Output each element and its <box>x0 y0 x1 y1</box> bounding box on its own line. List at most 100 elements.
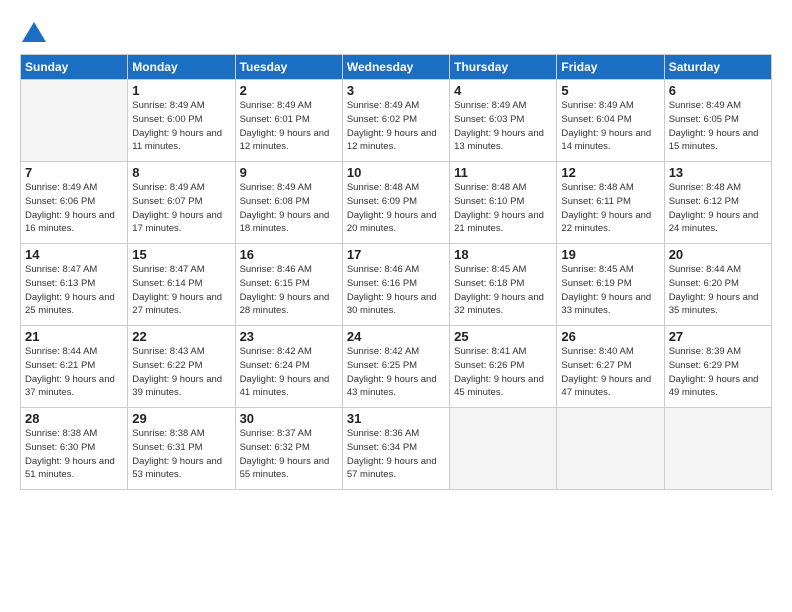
day-info: Sunrise: 8:47 AMSunset: 6:14 PMDaylight:… <box>132 263 230 318</box>
day-info: Sunrise: 8:45 AMSunset: 6:19 PMDaylight:… <box>561 263 659 318</box>
calendar-cell: 20Sunrise: 8:44 AMSunset: 6:20 PMDayligh… <box>664 244 771 326</box>
day-info: Sunrise: 8:39 AMSunset: 6:29 PMDaylight:… <box>669 345 767 400</box>
day-info: Sunrise: 8:36 AMSunset: 6:34 PMDaylight:… <box>347 427 445 482</box>
day-info: Sunrise: 8:49 AMSunset: 6:01 PMDaylight:… <box>240 99 338 154</box>
calendar-cell: 4Sunrise: 8:49 AMSunset: 6:03 PMDaylight… <box>450 80 557 162</box>
calendar-cell: 25Sunrise: 8:41 AMSunset: 6:26 PMDayligh… <box>450 326 557 408</box>
day-number: 29 <box>132 411 230 426</box>
day-info: Sunrise: 8:49 AMSunset: 6:02 PMDaylight:… <box>347 99 445 154</box>
calendar-cell <box>557 408 664 490</box>
day-number: 18 <box>454 247 552 262</box>
day-number: 4 <box>454 83 552 98</box>
day-info: Sunrise: 8:46 AMSunset: 6:15 PMDaylight:… <box>240 263 338 318</box>
day-info: Sunrise: 8:49 AMSunset: 6:05 PMDaylight:… <box>669 99 767 154</box>
day-info: Sunrise: 8:49 AMSunset: 6:00 PMDaylight:… <box>132 99 230 154</box>
calendar-cell: 5Sunrise: 8:49 AMSunset: 6:04 PMDaylight… <box>557 80 664 162</box>
day-number: 26 <box>561 329 659 344</box>
week-row-2: 7Sunrise: 8:49 AMSunset: 6:06 PMDaylight… <box>21 162 772 244</box>
calendar-cell: 2Sunrise: 8:49 AMSunset: 6:01 PMDaylight… <box>235 80 342 162</box>
day-number: 1 <box>132 83 230 98</box>
week-row-4: 21Sunrise: 8:44 AMSunset: 6:21 PMDayligh… <box>21 326 772 408</box>
weekday-header-row: SundayMondayTuesdayWednesdayThursdayFrid… <box>21 55 772 80</box>
day-info: Sunrise: 8:49 AMSunset: 6:06 PMDaylight:… <box>25 181 123 236</box>
day-number: 15 <box>132 247 230 262</box>
calendar-cell: 22Sunrise: 8:43 AMSunset: 6:22 PMDayligh… <box>128 326 235 408</box>
calendar-cell: 29Sunrise: 8:38 AMSunset: 6:31 PMDayligh… <box>128 408 235 490</box>
day-number: 10 <box>347 165 445 180</box>
calendar-cell: 12Sunrise: 8:48 AMSunset: 6:11 PMDayligh… <box>557 162 664 244</box>
day-info: Sunrise: 8:48 AMSunset: 6:09 PMDaylight:… <box>347 181 445 236</box>
logo-icon <box>20 18 48 46</box>
calendar-cell <box>450 408 557 490</box>
day-number: 24 <box>347 329 445 344</box>
day-number: 11 <box>454 165 552 180</box>
calendar-cell: 8Sunrise: 8:49 AMSunset: 6:07 PMDaylight… <box>128 162 235 244</box>
day-number: 12 <box>561 165 659 180</box>
calendar-cell: 13Sunrise: 8:48 AMSunset: 6:12 PMDayligh… <box>664 162 771 244</box>
day-number: 19 <box>561 247 659 262</box>
calendar-cell: 15Sunrise: 8:47 AMSunset: 6:14 PMDayligh… <box>128 244 235 326</box>
day-info: Sunrise: 8:48 AMSunset: 6:12 PMDaylight:… <box>669 181 767 236</box>
day-info: Sunrise: 8:41 AMSunset: 6:26 PMDaylight:… <box>454 345 552 400</box>
day-info: Sunrise: 8:49 AMSunset: 6:07 PMDaylight:… <box>132 181 230 236</box>
day-info: Sunrise: 8:38 AMSunset: 6:30 PMDaylight:… <box>25 427 123 482</box>
day-number: 8 <box>132 165 230 180</box>
calendar-cell: 26Sunrise: 8:40 AMSunset: 6:27 PMDayligh… <box>557 326 664 408</box>
header <box>20 18 772 46</box>
day-info: Sunrise: 8:42 AMSunset: 6:24 PMDaylight:… <box>240 345 338 400</box>
day-info: Sunrise: 8:44 AMSunset: 6:20 PMDaylight:… <box>669 263 767 318</box>
day-info: Sunrise: 8:46 AMSunset: 6:16 PMDaylight:… <box>347 263 445 318</box>
day-number: 14 <box>25 247 123 262</box>
day-number: 20 <box>669 247 767 262</box>
week-row-3: 14Sunrise: 8:47 AMSunset: 6:13 PMDayligh… <box>21 244 772 326</box>
calendar-cell: 31Sunrise: 8:36 AMSunset: 6:34 PMDayligh… <box>342 408 449 490</box>
day-number: 7 <box>25 165 123 180</box>
day-number: 13 <box>669 165 767 180</box>
weekday-header-thursday: Thursday <box>450 55 557 80</box>
calendar-cell <box>21 80 128 162</box>
day-number: 17 <box>347 247 445 262</box>
weekday-header-sunday: Sunday <box>21 55 128 80</box>
calendar-cell: 3Sunrise: 8:49 AMSunset: 6:02 PMDaylight… <box>342 80 449 162</box>
day-number: 22 <box>132 329 230 344</box>
weekday-header-friday: Friday <box>557 55 664 80</box>
day-info: Sunrise: 8:49 AMSunset: 6:08 PMDaylight:… <box>240 181 338 236</box>
weekday-header-tuesday: Tuesday <box>235 55 342 80</box>
day-number: 6 <box>669 83 767 98</box>
day-info: Sunrise: 8:48 AMSunset: 6:10 PMDaylight:… <box>454 181 552 236</box>
day-info: Sunrise: 8:37 AMSunset: 6:32 PMDaylight:… <box>240 427 338 482</box>
day-number: 16 <box>240 247 338 262</box>
day-info: Sunrise: 8:47 AMSunset: 6:13 PMDaylight:… <box>25 263 123 318</box>
calendar-cell <box>664 408 771 490</box>
calendar-cell: 14Sunrise: 8:47 AMSunset: 6:13 PMDayligh… <box>21 244 128 326</box>
logo <box>20 18 51 46</box>
day-number: 5 <box>561 83 659 98</box>
calendar-cell: 7Sunrise: 8:49 AMSunset: 6:06 PMDaylight… <box>21 162 128 244</box>
day-number: 9 <box>240 165 338 180</box>
calendar-cell: 17Sunrise: 8:46 AMSunset: 6:16 PMDayligh… <box>342 244 449 326</box>
calendar-cell: 19Sunrise: 8:45 AMSunset: 6:19 PMDayligh… <box>557 244 664 326</box>
calendar-cell: 21Sunrise: 8:44 AMSunset: 6:21 PMDayligh… <box>21 326 128 408</box>
week-row-1: 1Sunrise: 8:49 AMSunset: 6:00 PMDaylight… <box>21 80 772 162</box>
day-number: 30 <box>240 411 338 426</box>
calendar-table: SundayMondayTuesdayWednesdayThursdayFrid… <box>20 54 772 490</box>
day-info: Sunrise: 8:48 AMSunset: 6:11 PMDaylight:… <box>561 181 659 236</box>
day-number: 3 <box>347 83 445 98</box>
calendar-cell: 28Sunrise: 8:38 AMSunset: 6:30 PMDayligh… <box>21 408 128 490</box>
weekday-header-saturday: Saturday <box>664 55 771 80</box>
day-number: 25 <box>454 329 552 344</box>
day-info: Sunrise: 8:45 AMSunset: 6:18 PMDaylight:… <box>454 263 552 318</box>
day-number: 2 <box>240 83 338 98</box>
day-info: Sunrise: 8:42 AMSunset: 6:25 PMDaylight:… <box>347 345 445 400</box>
day-info: Sunrise: 8:49 AMSunset: 6:04 PMDaylight:… <box>561 99 659 154</box>
day-number: 21 <box>25 329 123 344</box>
day-info: Sunrise: 8:40 AMSunset: 6:27 PMDaylight:… <box>561 345 659 400</box>
day-number: 27 <box>669 329 767 344</box>
weekday-header-wednesday: Wednesday <box>342 55 449 80</box>
calendar-cell: 6Sunrise: 8:49 AMSunset: 6:05 PMDaylight… <box>664 80 771 162</box>
day-number: 28 <box>25 411 123 426</box>
day-number: 31 <box>347 411 445 426</box>
day-info: Sunrise: 8:38 AMSunset: 6:31 PMDaylight:… <box>132 427 230 482</box>
calendar-cell: 23Sunrise: 8:42 AMSunset: 6:24 PMDayligh… <box>235 326 342 408</box>
day-number: 23 <box>240 329 338 344</box>
